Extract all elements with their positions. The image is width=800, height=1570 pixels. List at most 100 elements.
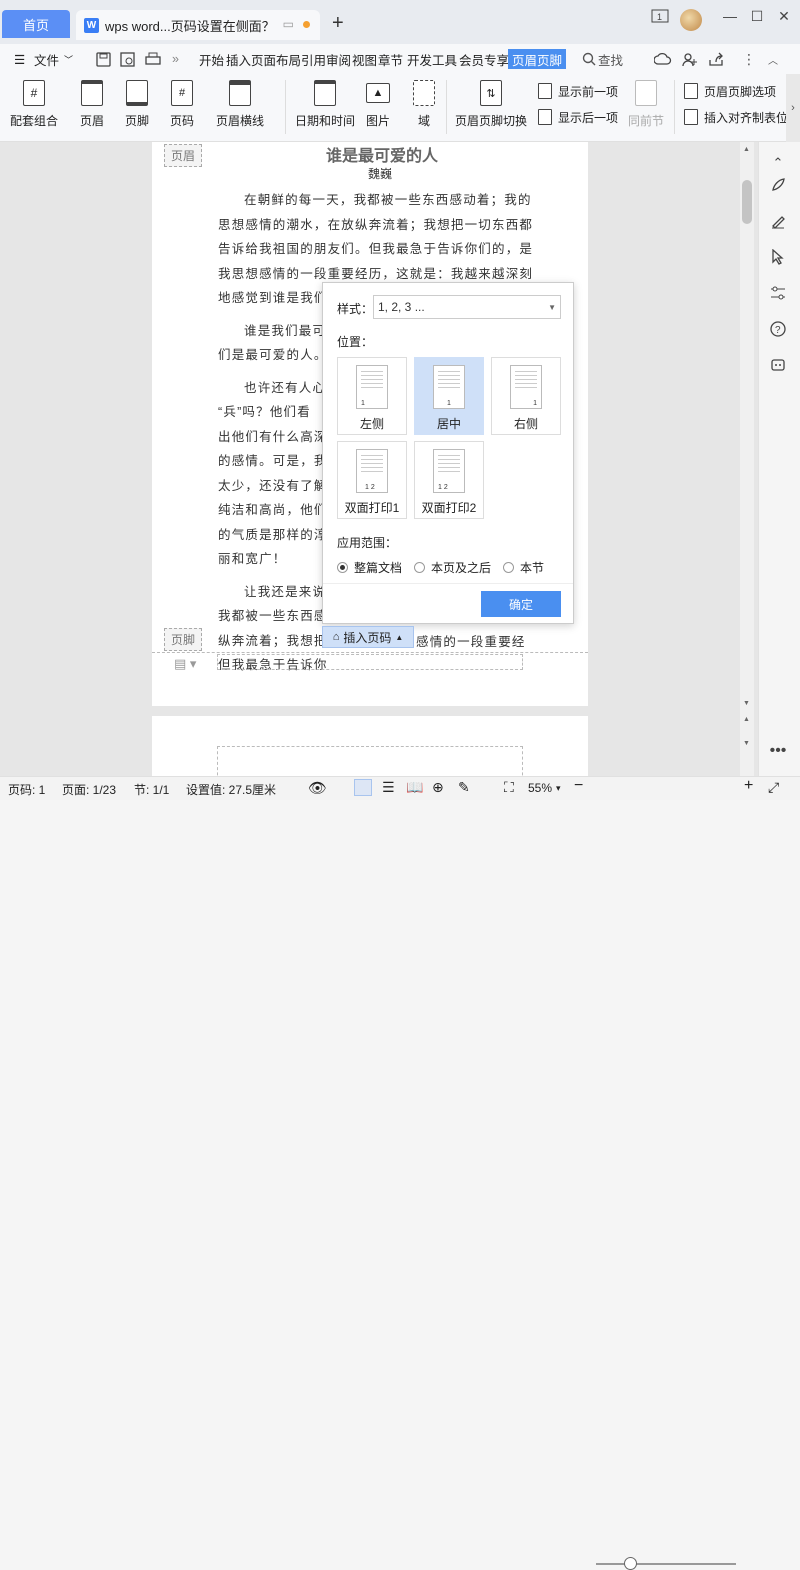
rocket-icon[interactable] (767, 174, 789, 196)
position-duplex2-option[interactable]: 1 2 双面打印2 (414, 441, 484, 519)
add-user-icon[interactable] (682, 44, 698, 74)
menu-page-layout[interactable]: 页面布局 (251, 44, 301, 74)
search-label[interactable]: 查找 (598, 44, 623, 74)
pen-icon[interactable] (767, 210, 789, 232)
menu-file[interactable]: 文件 (34, 44, 59, 74)
document-author[interactable]: 魏巍 (368, 165, 392, 182)
help-icon[interactable]: ? (767, 318, 789, 340)
sliders-icon[interactable] (767, 282, 789, 304)
maximize-button[interactable]: ☐ (745, 8, 769, 25)
more-options-icon[interactable]: ••• (767, 740, 789, 762)
same-as-previous-button[interactable]: 同前节 (628, 80, 664, 129)
zoom-slider-track[interactable] (596, 1563, 736, 1565)
document-tab[interactable]: W wps word...页码设置在侧面？ ▭ (76, 10, 320, 40)
robot-settings-icon[interactable] (767, 354, 789, 376)
insert-page-number-button[interactable]: ⌂ 插入页码 ▲ (322, 626, 414, 648)
window-layout-icon[interactable]: 1 (648, 9, 672, 26)
chevron-up-icon: ▲ (395, 632, 404, 642)
page-view-icon[interactable] (354, 779, 372, 796)
vertical-scrollbar[interactable]: ▲ ▼ ▲ ▼ (740, 142, 754, 776)
print-icon[interactable] (145, 44, 161, 74)
combination-button[interactable]: # 配套组合 (10, 80, 58, 129)
header-button[interactable]: 页眉 (80, 80, 104, 129)
eye-protection-icon[interactable]: 👁 (308, 779, 327, 797)
fit-page-icon[interactable]: ⛶ (504, 779, 514, 796)
reading-view-icon[interactable]: 📖 (406, 779, 423, 796)
previous-page-icon[interactable]: ▲ (743, 716, 750, 723)
status-page[interactable]: 页面: 1/23 (62, 781, 116, 798)
zoom-slider-handle[interactable] (624, 1557, 637, 1570)
header-box[interactable] (217, 746, 523, 776)
home-tab[interactable]: 首页 (2, 10, 70, 38)
menu-view[interactable]: 视图 (352, 44, 377, 74)
header-footer-options-button[interactable]: 页眉页脚选项 (684, 80, 776, 102)
ribbon-scroll-right-icon[interactable]: › (786, 74, 800, 142)
write-mode-icon[interactable]: ✎ (458, 779, 470, 796)
header-line-button[interactable]: 页眉横线 (216, 80, 264, 129)
zoom-level[interactable]: 55% (528, 781, 552, 795)
position-left-option[interactable]: 1 左侧 (337, 357, 407, 435)
ok-button[interactable]: 确定 (481, 591, 561, 617)
status-section[interactable]: 节: 1/1 (134, 781, 169, 798)
scrollbar-thumb[interactable] (742, 180, 752, 224)
scroll-up-icon[interactable]: ▲ (743, 146, 750, 153)
picture-button[interactable]: ▲ 图片 (366, 80, 390, 129)
footer-area-label[interactable]: 页脚 (164, 628, 203, 651)
zoom-dropdown-icon[interactable]: ▾ (556, 783, 561, 794)
share-icon[interactable] (708, 44, 724, 74)
fullscreen-icon[interactable]: ⤢ (768, 779, 779, 796)
header-footer-switch-button[interactable]: ⇅ 页眉页脚切换 (455, 80, 527, 129)
menu-member[interactable]: 会员专享 (459, 44, 509, 74)
menu-insert[interactable]: 插入 (226, 44, 251, 74)
search-icon[interactable] (582, 44, 596, 74)
save-icon[interactable] (96, 44, 111, 74)
collapse-panel-icon[interactable]: ⌃ (767, 152, 789, 174)
menu-header-footer[interactable]: 页眉页脚 (508, 49, 567, 69)
scope-this-section[interactable]: 本节 (503, 559, 544, 576)
menu-references[interactable]: 引用 (301, 44, 326, 74)
monitor-icon[interactable]: ▭ (283, 17, 294, 31)
more-icon[interactable]: ⋮ (742, 44, 756, 74)
status-setting-value[interactable]: 设置值: 27.5厘米 (186, 781, 276, 798)
avatar[interactable] (680, 9, 702, 31)
close-button[interactable]: ✕ (772, 8, 796, 25)
next-page-icon[interactable]: ▼ (743, 740, 750, 747)
cloud-sync-icon[interactable] (654, 44, 672, 74)
date-time-button[interactable]: 日期和时间 (295, 80, 355, 129)
insert-tab-stop-button[interactable]: 插入对齐制表位 (684, 106, 788, 128)
show-previous-button[interactable]: 显示前一项 (538, 80, 618, 102)
position-right-option[interactable]: 1 右侧 (491, 357, 561, 435)
new-tab-button[interactable]: + (332, 12, 344, 35)
footer-button[interactable]: 页脚 (125, 80, 149, 129)
cursor-icon[interactable] (767, 246, 789, 268)
hamburger-icon[interactable]: ☰ (14, 44, 25, 74)
show-next-button[interactable]: 显示后一项 (538, 106, 618, 128)
collapse-ribbon-icon[interactable]: ︿ (768, 44, 778, 74)
position-center-option[interactable]: 1 居中 (414, 357, 484, 435)
position-duplex1-option[interactable]: 1 2 双面打印1 (337, 441, 407, 519)
minimize-button[interactable]: — (718, 8, 742, 24)
scroll-down-icon[interactable]: ▼ (743, 700, 750, 707)
web-view-icon[interactable]: ⊕ (432, 779, 444, 796)
style-select[interactable]: 1, 2, 3 ... ▼ (373, 295, 561, 319)
field-button[interactable]: 域 (413, 80, 435, 129)
outline-view-icon[interactable]: ☰ (382, 779, 395, 796)
document-title[interactable]: 谁是最可爱的人 (326, 142, 438, 166)
document-footer-icon[interactable]: ▤ ▾ (174, 656, 196, 672)
zoom-in-icon[interactable]: + (744, 777, 753, 795)
more-chevron-icon[interactable]: » (172, 44, 179, 74)
zoom-out-icon[interactable]: − (574, 777, 583, 795)
ribbon-separator (446, 80, 447, 134)
header-area-label[interactable]: 页眉 (164, 144, 203, 167)
menu-start[interactable]: 开始 (199, 44, 224, 74)
scope-this-page-onward[interactable]: 本页及之后 (414, 559, 491, 576)
print-preview-icon[interactable] (120, 44, 135, 74)
menu-review[interactable]: 审阅 (326, 44, 351, 74)
chevron-down-icon[interactable]: ﹀ (64, 44, 73, 74)
menu-chapter[interactable]: 章节 (378, 44, 403, 74)
scope-whole-document[interactable]: 整篇文档 (337, 559, 402, 576)
menu-developer[interactable]: 开发工具 (407, 44, 457, 74)
page-number-button[interactable]: # 页码 (170, 80, 194, 129)
status-page-code[interactable]: 页码: 1 (8, 781, 45, 798)
footer-box[interactable] (217, 654, 523, 670)
